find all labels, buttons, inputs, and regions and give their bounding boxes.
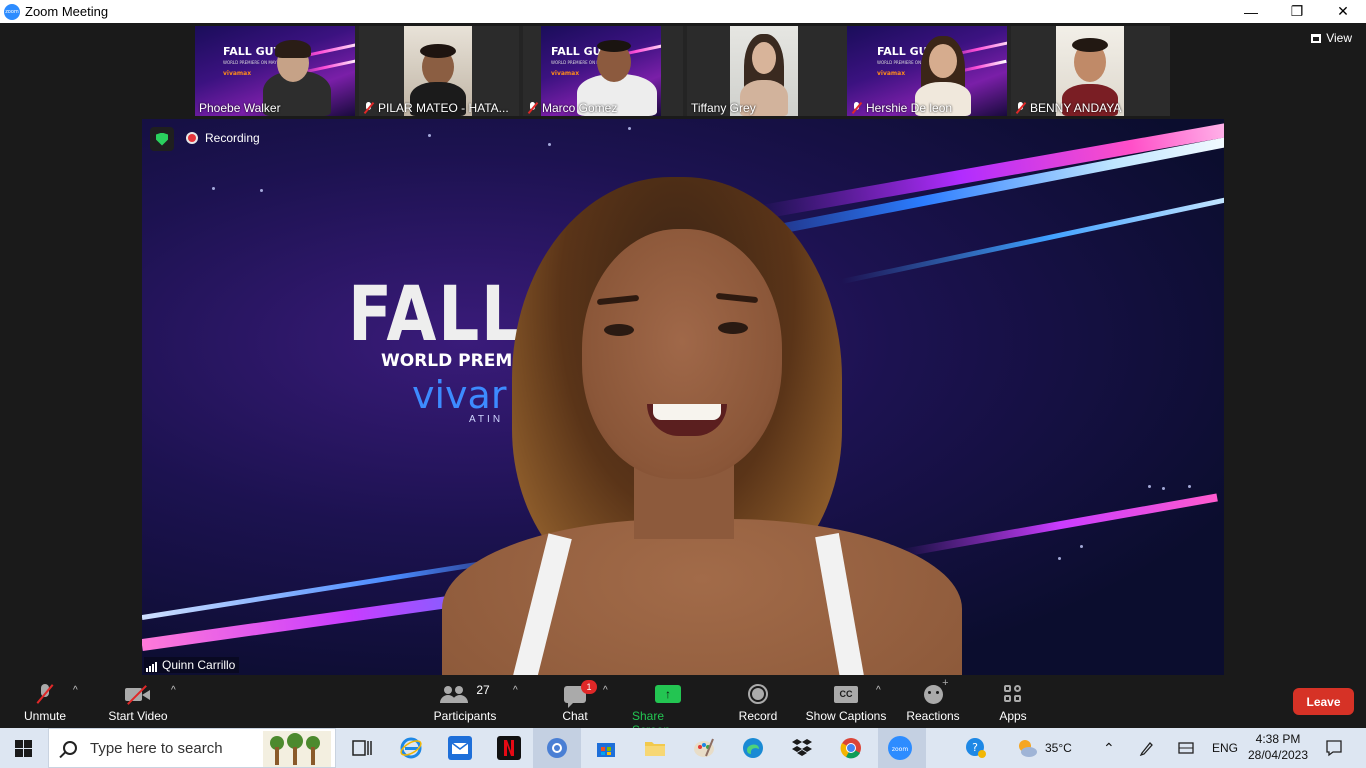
share-screen-icon: ↑ [655,685,681,703]
pen-workspace-icon[interactable] [1139,728,1155,768]
chrome-browser-icon[interactable] [839,736,863,760]
muted-mic-icon [363,102,374,114]
recording-indicator[interactable]: Recording [186,131,260,145]
unmute-button[interactable]: Unmute [22,679,68,723]
participant-thumbnail[interactable]: FALL GUY WORLD PREMIERE ON MAY 5 vivamax H… [847,26,1007,116]
weather-sun-cloud-icon [1019,740,1037,757]
video-options-caret[interactable]: ^ [171,685,176,696]
apps-button[interactable]: Apps [997,679,1029,723]
chrome-remote-icon[interactable] [545,736,569,760]
backdrop-brand: vivar [412,373,507,417]
closed-captions-icon: CC [834,685,858,703]
muted-mic-icon [851,102,862,114]
view-button[interactable]: View [1311,31,1352,45]
start-video-button[interactable]: Start Video [106,679,170,723]
participant-thumbnail[interactable]: Tiffany Grey [687,26,847,116]
participant-thumbnail[interactable]: FALL GUY WORLD PREMIERE ON MAY 5 vivamax M… [523,26,683,116]
active-speaker-video[interactable]: FALL G WORLD PREMIERE vivar ATIN Recordi… [142,119,1224,675]
search-placeholder: Type here to search [90,739,223,757]
minimize-button[interactable]: — [1228,0,1274,23]
muted-mic-icon [1015,102,1026,114]
show-captions-button[interactable]: CC Show Captions [805,679,887,723]
paint-icon[interactable] [692,736,716,760]
chat-unread-badge: 1 [581,679,597,694]
input-language[interactable]: ENG [1212,728,1238,768]
leave-button[interactable]: Leave [1293,688,1354,715]
participant-name: Phoebe Walker [199,101,281,115]
search-icon [63,741,77,755]
zoom-taskbar-icon[interactable]: zoom [888,736,912,760]
window-title-bar: zoom Zoom Meeting — ❐ ✕ [0,0,1366,23]
participant-thumbnail-strip: FALL GUY WORLD PREMIERE ON MAY 5 vivamax P… [195,26,1170,116]
participant-thumbnail[interactable]: PILAR MATEO - HATA... [359,26,519,116]
apps-icon [1003,684,1023,704]
active-speaker-name: Quinn Carrillo [144,657,240,673]
participant-name: Hershie De leon [851,101,952,115]
meeting-area: FALL GUY WORLD PREMIERE ON MAY 5 vivamax P… [0,23,1366,675]
window-controls: — ❐ ✕ [1228,0,1366,23]
window-title: Zoom Meeting [25,4,109,19]
record-icon [748,684,768,704]
system-clock[interactable]: 4:38 PM 28/04/2023 [1242,731,1314,763]
muted-mic-icon [38,684,52,704]
taskbar-search-box[interactable]: Type here to search [48,728,336,768]
internet-explorer-icon[interactable] [399,736,423,760]
signal-strength-icon [146,662,157,672]
dropbox-icon[interactable] [790,736,814,760]
chat-options-caret[interactable]: ^ [603,685,608,696]
muted-mic-icon [527,102,538,114]
participants-button[interactable]: 27 Participants [432,679,498,723]
task-view-icon[interactable] [350,736,374,760]
record-button[interactable]: Record [737,679,779,723]
windows-start-icon[interactable] [15,740,32,757]
speaker-face [582,229,782,479]
microsoft-store-icon[interactable] [594,736,618,760]
participants-count: 27 [476,683,490,697]
touch-keyboard-icon[interactable] [1178,728,1194,768]
help-icon[interactable]: ? [964,736,988,760]
participants-icon [440,685,469,703]
svg-text:?: ? [972,741,978,754]
restore-button[interactable]: ❐ [1274,0,1320,23]
audio-options-caret[interactable]: ^ [73,685,78,696]
notifications-icon[interactable] [1325,728,1343,768]
search-highlight-art-icon [263,731,331,767]
participant-thumbnail[interactable]: FALL GUY WORLD PREMIERE ON MAY 5 vivamax P… [195,26,355,116]
view-grid-icon [1311,33,1322,43]
participant-name: Tiffany Grey [691,101,756,115]
video-off-icon [125,685,151,703]
zoom-app-icon: zoom [4,3,20,20]
show-hidden-icons-chevron-icon[interactable]: ⌃ [1103,728,1115,768]
participant-name: Marco Gomez [527,101,617,115]
file-explorer-icon[interactable] [643,736,667,760]
chat-button[interactable]: 1 Chat [560,679,597,723]
participants-options-caret[interactable]: ^ [513,685,518,696]
participant-name: BENNY ANDAYA [1015,101,1121,115]
weather-widget[interactable]: 35°C [1015,728,1072,768]
windows-taskbar: Type here to search zoom ? 35°C ⌃ ENG 4:… [0,728,1366,768]
backdrop-tag: ATIN [469,414,504,425]
fall-guy-logo: FALL GUY WORLD PREMIERE ON MAY 5 vivamax [223,45,282,77]
close-button[interactable]: ✕ [1320,0,1366,23]
security-shield-icon[interactable] [150,127,174,151]
mail-icon[interactable] [448,736,472,760]
reactions-button[interactable]: Reactions [905,677,961,724]
meeting-toolbar: Unmute ^ Start Video ^ 27 Participants ^… [0,675,1366,737]
netflix-icon[interactable] [497,736,521,760]
recording-dot-icon [186,132,198,144]
captions-options-caret[interactable]: ^ [876,685,881,696]
participant-thumbnail[interactable]: BENNY ANDAYA [1011,26,1170,116]
svg-text:zoom: zoom [892,746,908,753]
edge-browser-icon[interactable] [741,736,765,760]
reactions-smiley-icon [923,677,949,704]
participant-name: PILAR MATEO - HATA... [363,101,509,115]
chat-icon: 1 [564,679,597,708]
